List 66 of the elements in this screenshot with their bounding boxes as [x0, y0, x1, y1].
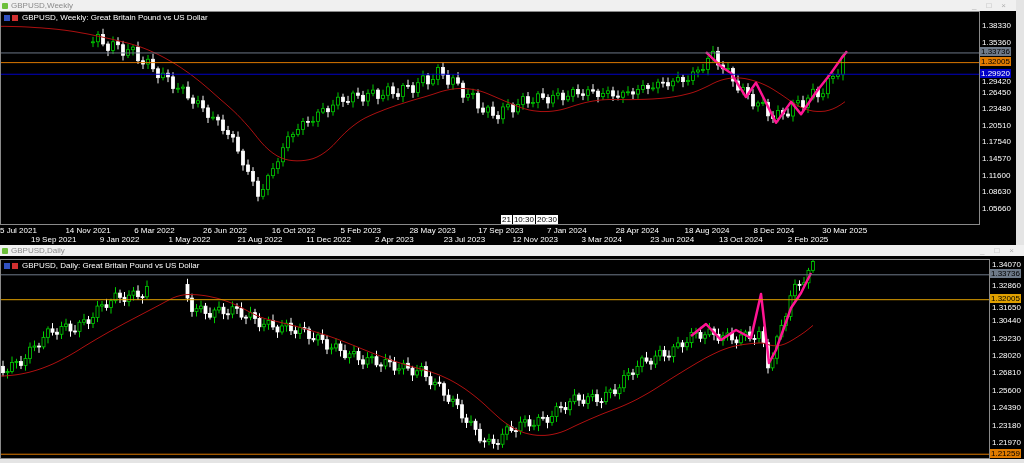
price-axis-label: 1.32860: [992, 282, 1021, 291]
price-axis-label: 1.29230: [992, 334, 1021, 343]
date-label: 19 Sep 2021: [31, 236, 77, 244]
date-label: 2 Apr 2023: [375, 236, 414, 244]
price-axis-label: 1.35360: [982, 38, 1011, 47]
price-tag: 1.21259: [990, 448, 1021, 458]
price-tag: 1.29920: [980, 68, 1011, 78]
close-button[interactable]: ×: [1001, 1, 1006, 10]
date-label: 14 Nov 2021: [65, 227, 111, 235]
date-label: 28 Apr 2024: [615, 227, 659, 235]
close-button[interactable]: ×: [1009, 246, 1014, 255]
price-axis-label: 1.25600: [992, 386, 1021, 395]
date-label: 18 Aug 2024: [684, 227, 730, 235]
price-axis-label: 1.38330: [982, 22, 1011, 31]
date-label: 13 Oct 2024: [719, 236, 763, 244]
date-label: 5 Jul 2021: [0, 227, 37, 235]
price-axis-label: 1.17540: [982, 138, 1011, 147]
price-axis-label: 1.11600: [982, 171, 1011, 180]
price-tag: 1.32005: [990, 294, 1021, 304]
time-tag: 10:30: [512, 215, 535, 224]
date-label: 11 Dec 2022: [306, 236, 351, 244]
date-label: 3 Mar 2024: [581, 236, 622, 244]
date-label: 30 Mar 2025: [822, 227, 868, 235]
minimize-button[interactable]: _: [980, 246, 985, 255]
time-tag: 21: [501, 215, 512, 224]
price-axis-label: 1.26810: [992, 369, 1021, 378]
date-label: 16 Oct 2022: [271, 227, 316, 235]
date-label: 23 Jun 2024: [650, 236, 695, 244]
date-label: 26 Jun 2022: [203, 227, 248, 235]
chart-title: GBPUSD, Weekly: Great Britain Pound vs US Dollar: [22, 14, 208, 22]
date-label: 28 May 2023: [409, 227, 456, 235]
price-axis-label: 1.24390: [992, 404, 1021, 413]
maximize-button[interactable]: □: [986, 1, 992, 10]
price-axis-label: 1.30440: [992, 317, 1021, 326]
price-axis-label: 1.20510: [982, 121, 1011, 130]
price-axis-label: 1.28020: [992, 352, 1021, 360]
date-label: 2 Feb 2025: [787, 236, 829, 244]
minimize-button[interactable]: _: [972, 1, 977, 10]
price-tag: 1.33736: [980, 47, 1011, 57]
price-axis-label: 1.34070: [992, 260, 1021, 269]
price-tag: 1.33736: [990, 269, 1021, 279]
price-tag: 1.32005: [980, 57, 1011, 67]
price-axis-label: 1.08630: [982, 188, 1011, 197]
price-axis-label: 1.05660: [982, 204, 1011, 213]
price-axis-label: 1.26450: [982, 88, 1011, 97]
date-label: 7 Jan 2024: [547, 227, 587, 235]
date-label: 17 Sep 2023: [478, 227, 524, 235]
price-axis-label: 1.21970: [992, 439, 1021, 447]
price-axis-label: 1.29420: [982, 78, 1011, 87]
window-title: GBPUSD,Weekly: [11, 1, 74, 10]
maximize-button[interactable]: □: [994, 246, 1000, 255]
price-axis-label: 1.31650: [992, 303, 1021, 312]
price-axis-label: 1.23180: [992, 421, 1021, 430]
window-title: GBPUSD,Daily: [11, 246, 65, 255]
price-axis-label: 1.14570: [982, 155, 1011, 163]
date-label: 23 Jul 2023: [443, 236, 486, 244]
price-axis-label: 1.23480: [982, 105, 1011, 114]
date-label: 21 Aug 2022: [237, 236, 283, 244]
chart-title: GBPUSD, Daily: Great Britain Pound vs US Dollar: [22, 262, 200, 270]
date-label: 8 Dec 2024: [753, 227, 795, 235]
date-label: 6 Mar 2022: [134, 227, 175, 235]
date-label: 9 Jan 2022: [99, 236, 140, 244]
date-label: 12 Nov 2023: [512, 236, 558, 244]
date-label: 5 Feb 2023: [340, 227, 382, 235]
date-label: 1 May 2022: [168, 236, 211, 244]
time-tag: 20:30: [535, 215, 558, 224]
